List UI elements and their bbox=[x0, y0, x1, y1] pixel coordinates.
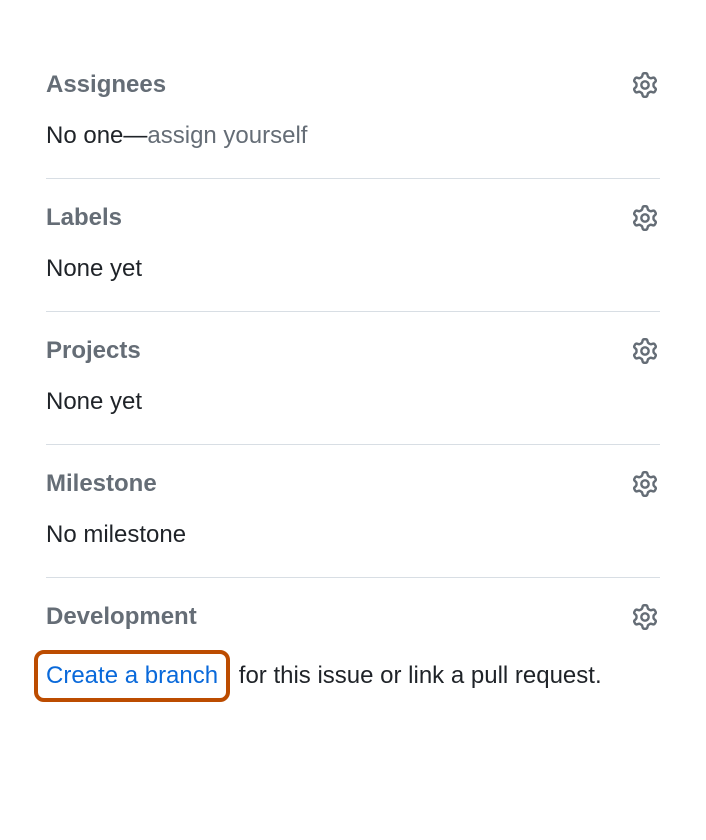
labels-body: None yet bbox=[46, 251, 660, 287]
development-header: Development bbox=[46, 602, 660, 632]
gear-icon bbox=[632, 338, 658, 364]
assignees-settings-button[interactable] bbox=[630, 70, 660, 100]
labels-settings-button[interactable] bbox=[630, 203, 660, 233]
create-branch-link[interactable]: Create a branch bbox=[46, 662, 218, 689]
development-settings-button[interactable] bbox=[630, 602, 660, 632]
labels-title: Labels bbox=[46, 204, 122, 232]
milestone-settings-button[interactable] bbox=[630, 469, 660, 499]
assignees-title: Assignees bbox=[46, 71, 166, 99]
assignees-empty-prefix: No one— bbox=[46, 122, 147, 149]
projects-settings-button[interactable] bbox=[630, 336, 660, 366]
projects-title: Projects bbox=[46, 337, 141, 365]
projects-header: Projects bbox=[46, 336, 660, 366]
gear-icon bbox=[632, 604, 658, 630]
development-suffix-text: for this issue or link a pull request. bbox=[232, 662, 602, 689]
development-body: Create a branch for this issue or link a… bbox=[46, 650, 660, 702]
assignees-body: No one—assign yourself bbox=[46, 118, 660, 154]
projects-body: None yet bbox=[46, 384, 660, 420]
projects-empty-text: None yet bbox=[46, 388, 142, 415]
assignees-header: Assignees bbox=[46, 70, 660, 100]
create-branch-highlight: Create a branch bbox=[34, 650, 230, 702]
labels-empty-text: None yet bbox=[46, 255, 142, 282]
issue-sidebar: Assignees No one—assign yourself Labels … bbox=[46, 46, 660, 726]
assignees-section: Assignees No one—assign yourself bbox=[46, 46, 660, 179]
milestone-empty-text: No milestone bbox=[46, 521, 186, 548]
milestone-body: No milestone bbox=[46, 517, 660, 553]
projects-section: Projects None yet bbox=[46, 312, 660, 445]
development-title: Development bbox=[46, 603, 197, 631]
milestone-section: Milestone No milestone bbox=[46, 445, 660, 578]
labels-section: Labels None yet bbox=[46, 179, 660, 312]
milestone-header: Milestone bbox=[46, 469, 660, 499]
labels-header: Labels bbox=[46, 203, 660, 233]
gear-icon bbox=[632, 72, 658, 98]
development-section: Development Create a branch for this iss… bbox=[46, 578, 660, 726]
milestone-title: Milestone bbox=[46, 470, 157, 498]
gear-icon bbox=[632, 205, 658, 231]
gear-icon bbox=[632, 471, 658, 497]
assign-yourself-link[interactable]: assign yourself bbox=[147, 122, 307, 149]
